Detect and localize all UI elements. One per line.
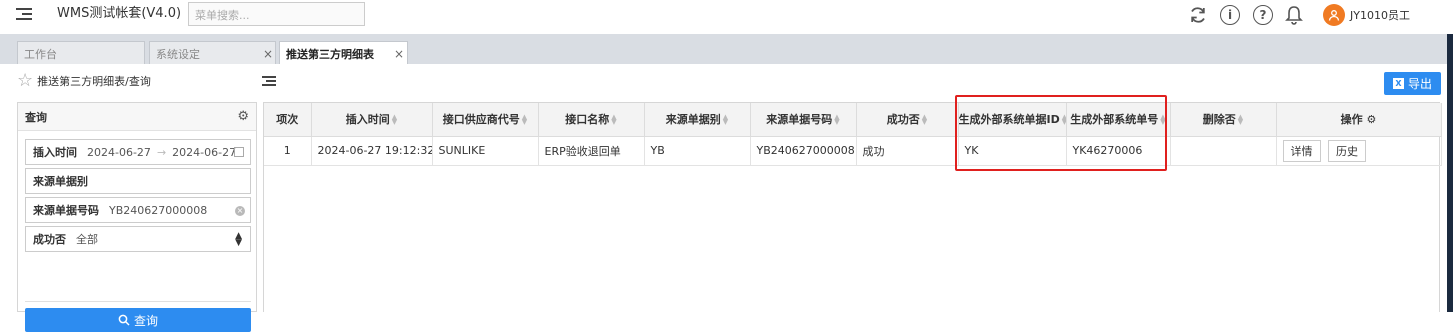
range-arrow: → [156,145,167,159]
cell-actions: 详情 历史 [1276,136,1442,166]
col-header-actions: 操作 ⚙ [1276,103,1442,137]
user-name[interactable]: JY1010员工 [1350,7,1410,23]
divider [25,301,251,302]
col-header-deleted[interactable]: 删除否 ▲ ▼ [1170,103,1277,137]
table-row[interactable]: 1 2024-06-27 19:12:32 SUNLIKE ERP验收退回单 Y… [264,136,1442,166]
cell-source-type: YB [644,136,751,166]
query-panel-header: 查询 ⚙ [18,103,256,131]
tab-system-settings[interactable]: 系统设定 × [149,41,276,64]
user-icon [1328,10,1340,21]
cell-vendor-code: SUNLIKE [432,136,539,166]
success-value[interactable]: 全部 [76,231,98,247]
left-panel: ☆ 推送第三方明细表/查询 查询 ⚙ 插入时间 2024-06-27 → 202… [0,64,257,332]
menu-toggle-icon[interactable] [16,8,32,22]
sort-icon[interactable]: ▲▼ [1238,114,1243,126]
source-no-label: 来源单据号码 [33,204,99,217]
breadcrumb-text: 推送第三方明细表/查询 [37,75,151,88]
table-header-row: 项次 插入时间 ▲ ▼ 接口供应商代号 ▲ ▼ 接口名称 ▲ ▼ 来源单据别 ▲ ▼ 来源单据号… [264,103,1442,137]
info-icon[interactable]: i [1220,5,1240,25]
calendar-icon[interactable] [234,147,244,157]
help-icon[interactable]: ? [1253,5,1273,25]
menu-search-input[interactable]: 菜单搜索... [188,2,365,26]
insert-time-to[interactable]: 2024-06-27 [172,146,236,159]
col-header-success[interactable]: 成功否 ▲ ▼ [856,103,959,137]
user-avatar[interactable] [1323,4,1345,26]
search-icon [118,314,130,326]
query-button-label: 查询 [133,313,158,328]
refresh-icon[interactable] [1188,5,1208,28]
tab-label: 系统设定 [156,48,200,61]
sort-icon[interactable]: ▲▼ [834,114,839,126]
sort-icon[interactable]: ▲▼ [522,114,527,126]
results-table: 项次 插入时间 ▲ ▼ 接口供应商代号 ▲ ▼ 接口名称 ▲ ▼ 来源单据别 ▲ ▼ 来源单据号… [264,103,1442,166]
cell-seq: 1 [264,136,312,166]
sort-icon[interactable]: ▲▼ [611,114,616,126]
query-panel: 查询 ⚙ 插入时间 2024-06-27 → 2024-06-27 来源单据别 … [17,102,257,332]
excel-icon: X [1392,78,1404,89]
collapse-panel-icon[interactable] [262,76,276,88]
insert-time-from[interactable]: 2024-06-27 [87,146,151,159]
clear-icon[interactable]: × [235,206,245,216]
export-button-label: 导出 [1407,77,1432,91]
success-select[interactable]: 成功否 全部 ▲ ▼ [25,226,251,252]
col-header-seq: 项次 [264,103,312,137]
gear-icon[interactable]: ⚙ [237,109,249,124]
col-header-source-no[interactable]: 来源单据号码 ▲ ▼ [750,103,857,137]
source-type-label: 来源单据别 [33,175,88,188]
bell-icon[interactable] [1285,5,1303,28]
breadcrumb: ☆ 推送第三方明细表/查询 [17,72,151,90]
tab-label: 推送第三方明细表 [286,48,374,61]
sort-icon[interactable]: ▲▼ [922,114,927,126]
export-button[interactable]: X 导出 [1384,72,1441,95]
cell-source-no: YB240627000008 [750,136,857,166]
data-grid: 项次 插入时间 ▲ ▼ 接口供应商代号 ▲ ▼ 接口名称 ▲ ▼ 来源单据别 ▲ ▼ 来源单据号… [263,102,1442,312]
cell-success: 成功 [856,136,959,166]
tab-workbench[interactable]: 工作台 [17,41,145,64]
window-edge [1447,34,1453,312]
sort-icon[interactable]: ▲▼ [392,114,397,126]
cell-api-name: ERP验收退回单 [538,136,645,166]
tabs-bar: 工作台 系统设定 × 推送第三方明细表 × [0,34,1453,64]
close-icon[interactable]: × [394,47,404,61]
insert-time-label: 插入时间 [33,146,77,159]
app-title: WMS测试帐套(V4.0) [57,6,182,21]
history-button[interactable]: 历史 [1328,139,1366,162]
tab-push-third-party-detail[interactable]: 推送第三方明细表 × [279,41,408,64]
gear-icon[interactable]: ⚙ [1366,113,1376,126]
source-type-field[interactable]: 来源单据别 [25,168,251,194]
col-header-vendor-code[interactable]: 接口供应商代号 ▲ ▼ [432,103,539,137]
close-icon[interactable]: × [263,47,273,61]
detail-button[interactable]: 详情 [1282,139,1321,162]
sort-icon[interactable]: ▲▼ [723,114,728,126]
col-header-source-type[interactable]: 来源单据别 ▲ ▼ [644,103,751,137]
cell-deleted [1170,136,1277,166]
top-bar: WMS测试帐套(V4.0) 菜单搜索... i ? JY1010员工 [0,0,1453,34]
col-header-api-name[interactable]: 接口名称 ▲ ▼ [538,103,645,137]
source-no-field[interactable]: 来源单据号码 YB240627000008 × [25,197,251,223]
cell-insert-time: 2024-06-27 19:12:32 [311,136,433,166]
insert-time-range-field[interactable]: 插入时间 2024-06-27 → 2024-06-27 [25,139,251,165]
col-header-insert-time[interactable]: 插入时间 ▲ ▼ [311,103,433,137]
query-panel-title: 查询 [25,111,47,124]
star-icon[interactable]: ☆ [17,72,33,90]
tab-label: 工作台 [24,48,57,61]
success-label: 成功否 [33,233,66,246]
source-no-value[interactable]: YB240627000008 [109,204,207,217]
select-caret-icon: ▲ ▼ [235,231,242,248]
highlight-annotation [955,95,1167,171]
